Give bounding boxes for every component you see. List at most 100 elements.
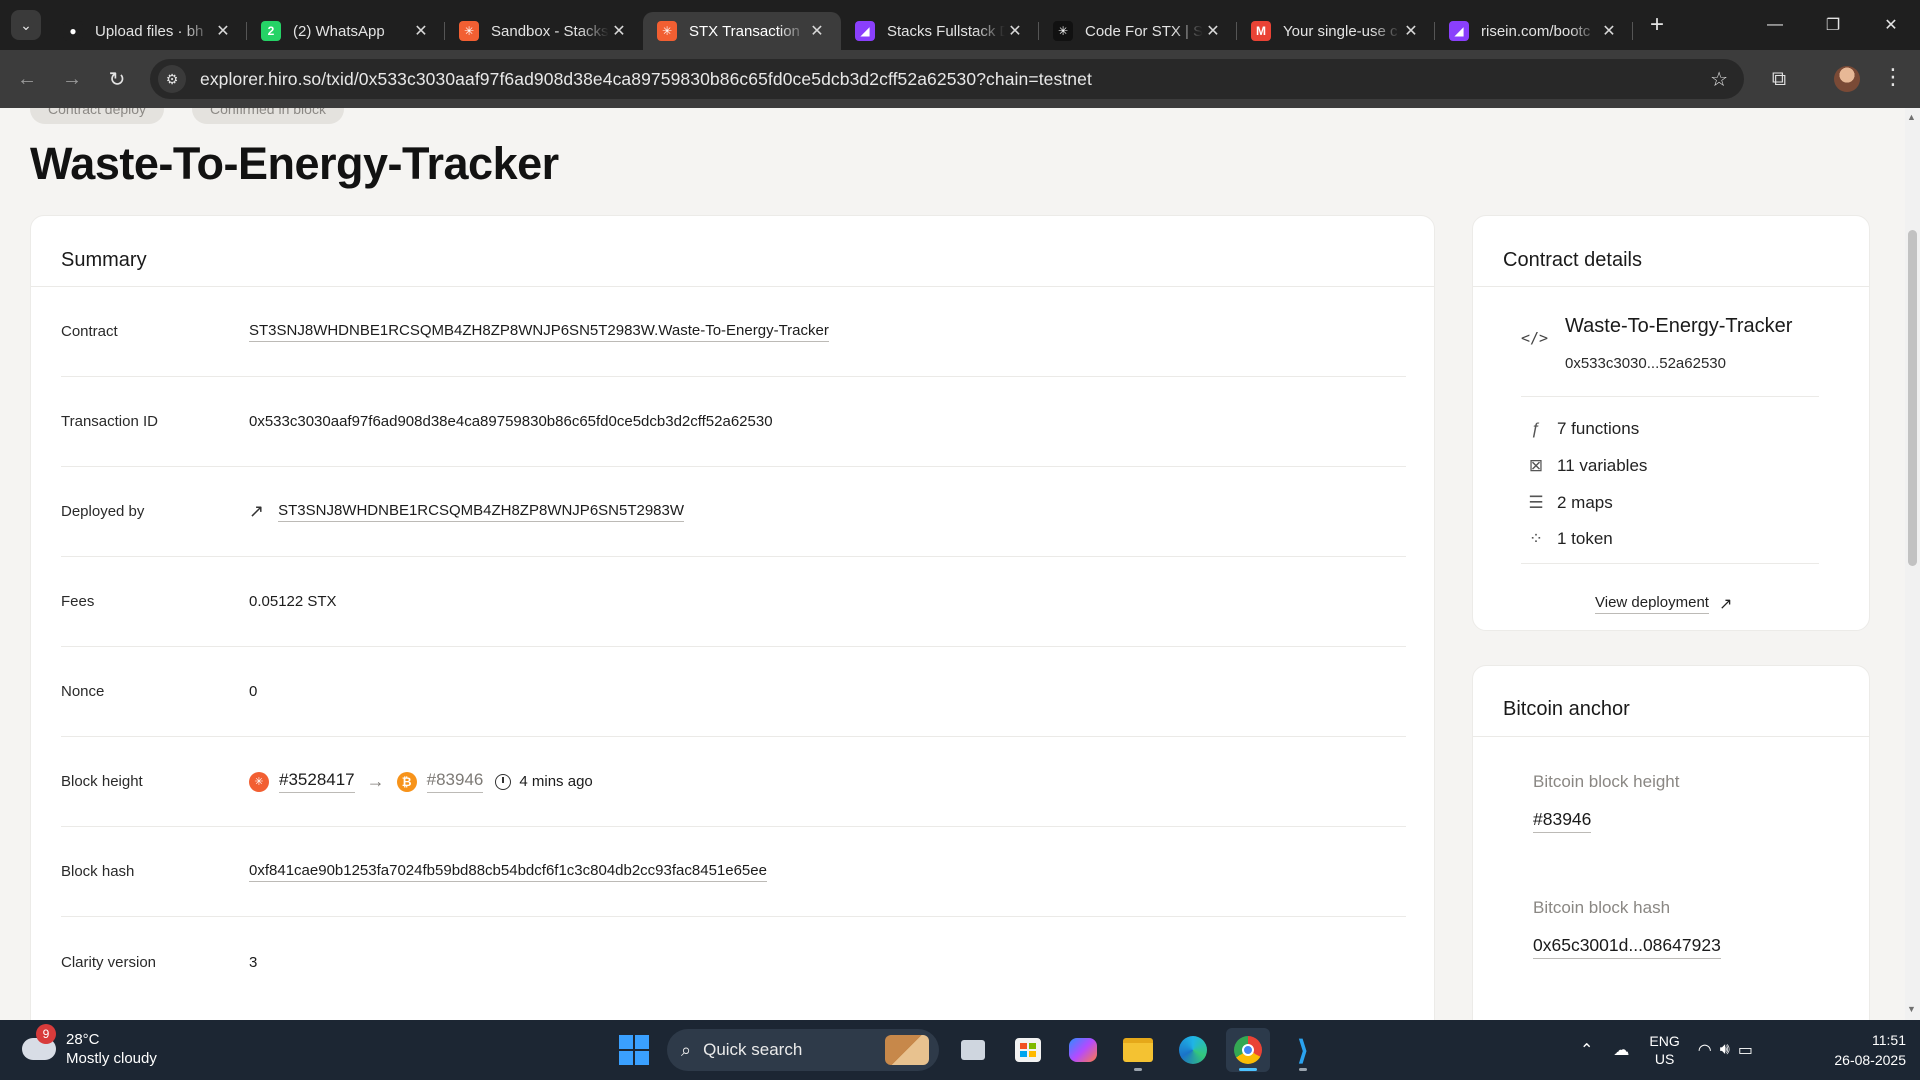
new-tab-button[interactable]: +: [1641, 9, 1673, 41]
browser-tab[interactable]: ◢ risein.com/bootc ✕: [1435, 12, 1633, 50]
scroll-up-icon[interactable]: ▲: [1907, 112, 1916, 122]
tab-search-button[interactable]: ⌄: [11, 10, 41, 40]
tab-title[interactable]: risein.com/bootc: [1481, 23, 1599, 40]
reload-button[interactable]: ↻: [99, 61, 135, 97]
tab-title[interactable]: STX Transaction: [689, 23, 807, 40]
txid-value: 0x533c3030aaf97f6ad908d38e4ca89759830b86…: [249, 413, 773, 430]
stacks-icon: ✳: [1053, 21, 1073, 41]
browser-tab[interactable]: ✳ Code For STX | S ✕: [1039, 12, 1237, 50]
btc-height-link[interactable]: #83946: [1533, 809, 1592, 833]
address-bar[interactable]: ⚙ explorer.hiro.so/txid/0x533c3030aaf97f…: [150, 59, 1744, 99]
minimize-button[interactable]: —: [1746, 0, 1804, 50]
taskbar-search[interactable]: ⌕ Quick search: [667, 1029, 939, 1071]
view-deployment-link[interactable]: View deployment ↗: [1595, 594, 1732, 614]
btc-height-label: Bitcoin block height: [1533, 772, 1680, 791]
browser-tab[interactable]: ◢ Stacks Fullstack D ✕: [841, 12, 1039, 50]
btc-hash-link[interactable]: 0x65c3001d...08647923: [1533, 935, 1721, 959]
close-window-button[interactable]: ✕: [1862, 0, 1920, 50]
weather-widget[interactable]: 9 28°C Mostly cloudy: [22, 1024, 157, 1068]
browser-tab[interactable]: M Your single-use c ✕: [1237, 12, 1435, 50]
chevron-up-icon[interactable]: ⌃: [1580, 1040, 1593, 1060]
risein-icon: ◢: [855, 21, 875, 41]
start-button[interactable]: [612, 1028, 656, 1072]
bitcoin-anchor-card: Bitcoin anchor Bitcoin block height #839…: [1472, 665, 1870, 1020]
volume-icon[interactable]: 🔊︎: [1720, 1041, 1730, 1059]
block-hash-link[interactable]: 0xf841cae90b1253fa7024fb59bd88cb54bdcf6f…: [249, 862, 767, 882]
summary-row-nonce: Nonce 0: [61, 647, 1406, 737]
tab-title[interactable]: (2) WhatsApp: [293, 23, 411, 40]
row-label: Deployed by: [61, 503, 145, 520]
whatsapp-icon: 2: [261, 21, 281, 41]
close-tab-icon[interactable]: ✕: [1401, 21, 1421, 41]
back-button[interactable]: ←: [9, 61, 45, 97]
close-tab-icon[interactable]: ✕: [411, 21, 431, 41]
close-tab-icon[interactable]: ✕: [1203, 21, 1223, 41]
wifi-icon[interactable]: ◠: [1698, 1040, 1712, 1060]
cloud-icon: 9: [22, 1024, 56, 1060]
contract-details-heading: Contract details: [1503, 249, 1642, 271]
clarity-value: 3: [249, 953, 258, 971]
variable-icon: ⊠: [1528, 456, 1544, 475]
bitcoin-icon: ₿: [396, 771, 417, 792]
stx-block-link[interactable]: #3528417: [279, 770, 355, 793]
close-tab-icon[interactable]: ✕: [609, 21, 629, 41]
extensions-icon[interactable]: ⧉: [1766, 66, 1792, 92]
task-view-icon[interactable]: [951, 1028, 995, 1072]
summary-row-txid: Transaction ID 0x533c3030aaf97f6ad908d38…: [61, 377, 1406, 467]
forward-button[interactable]: →: [54, 61, 90, 97]
vscode-icon[interactable]: ⟩: [1281, 1028, 1325, 1072]
site-info-icon[interactable]: ⚙: [158, 65, 186, 93]
edge-icon[interactable]: [1171, 1028, 1215, 1072]
function-icon: ƒ: [1531, 419, 1541, 438]
bookmark-star-icon[interactable]: ☆: [1710, 67, 1728, 92]
url-text[interactable]: explorer.hiro.so/txid/0x533c3030aaf97f6a…: [200, 69, 1092, 90]
tab-title[interactable]: Your single-use c: [1283, 23, 1401, 40]
browser-tab[interactable]: ✳ Sandbox - Stacks ✕: [445, 12, 643, 50]
close-tab-icon[interactable]: ✕: [1599, 21, 1619, 41]
windows-taskbar: 9 28°C Mostly cloudy ⌕ Quick search ⟩ ⌃ …: [0, 1020, 1920, 1080]
profile-avatar[interactable]: [1834, 66, 1860, 92]
btc-block-link[interactable]: #83946: [426, 770, 484, 793]
contract-details-card: Contract details </> Waste-To-Energy-Tra…: [1472, 215, 1870, 631]
summary-row-block-hash: Block hash 0xf841cae90b1253fa7024fb59bd8…: [61, 827, 1406, 917]
language-indicator[interactable]: ENG US: [1649, 1032, 1679, 1068]
system-clock[interactable]: 11:51 26-08-2025: [1834, 1030, 1906, 1070]
close-tab-icon[interactable]: ✕: [807, 21, 827, 41]
onedrive-status-icon[interactable]: ☁: [1613, 1040, 1629, 1060]
summary-row-block-height: Block height ✳ #3528417 → ₿ #83946 4 min…: [61, 737, 1406, 827]
page-scrollbar[interactable]: ▲ ▼: [1905, 108, 1920, 1020]
close-tab-icon[interactable]: ✕: [1005, 21, 1025, 41]
copilot-icon[interactable]: [1061, 1028, 1105, 1072]
store-icon[interactable]: [1006, 1028, 1050, 1072]
functions-count: ƒ7 functions: [1525, 419, 1639, 439]
arrow-right-icon: →: [366, 771, 385, 791]
file-explorer-icon[interactable]: [1116, 1028, 1160, 1072]
search-icon: ⌕: [681, 1039, 692, 1060]
restore-button[interactable]: ❐: [1804, 0, 1862, 50]
tab-title[interactable]: Sandbox - Stacks: [491, 23, 609, 40]
close-tab-icon[interactable]: ✕: [213, 21, 233, 41]
tab-title[interactable]: Upload files · bh: [95, 23, 213, 40]
tab-title[interactable]: Stacks Fullstack D: [887, 23, 1005, 40]
scrollbar-thumb[interactable]: [1908, 230, 1917, 566]
divider: [1521, 563, 1819, 564]
tab-title[interactable]: Code For STX | S: [1085, 23, 1203, 40]
chrome-icon[interactable]: [1226, 1028, 1270, 1072]
search-placeholder: Quick search: [703, 1040, 803, 1059]
browser-tab[interactable]: 2 (2) WhatsApp ✕: [247, 12, 445, 50]
row-label: Block hash: [61, 863, 135, 880]
clock-date: 26-08-2025: [1834, 1052, 1906, 1068]
contract-link[interactable]: ST3SNJ8WHDNBE1RCSQMB4ZH8ZP8WNJP6SN5T2983…: [249, 322, 829, 342]
browser-menu-icon[interactable]: ⋮: [1882, 64, 1904, 90]
browser-tab[interactable]: ✳ STX Transaction ✕: [643, 12, 841, 50]
browser-tab[interactable]: ● Upload files · bh ✕: [49, 12, 247, 50]
search-highlight-image: [885, 1035, 929, 1065]
summary-card: Summary Contract ST3SNJ8WHDNBE1RCSQMB4ZH…: [30, 215, 1435, 1020]
maps-count: ☰ 2 maps: [1525, 493, 1612, 513]
battery-icon[interactable]: ▭: [1738, 1040, 1753, 1060]
deployer-link[interactable]: ST3SNJ8WHDNBE1RCSQMB4ZH8ZP8WNJP6SN5T2983…: [278, 502, 685, 522]
browser-toolbar: ← → ↻ ⚙ explorer.hiro.so/txid/0x533c3030…: [0, 50, 1920, 108]
row-label: Fees: [61, 593, 95, 610]
summary-row-fees: Fees 0.05122 STX: [61, 557, 1406, 647]
scroll-down-icon[interactable]: ▼: [1907, 1004, 1916, 1014]
